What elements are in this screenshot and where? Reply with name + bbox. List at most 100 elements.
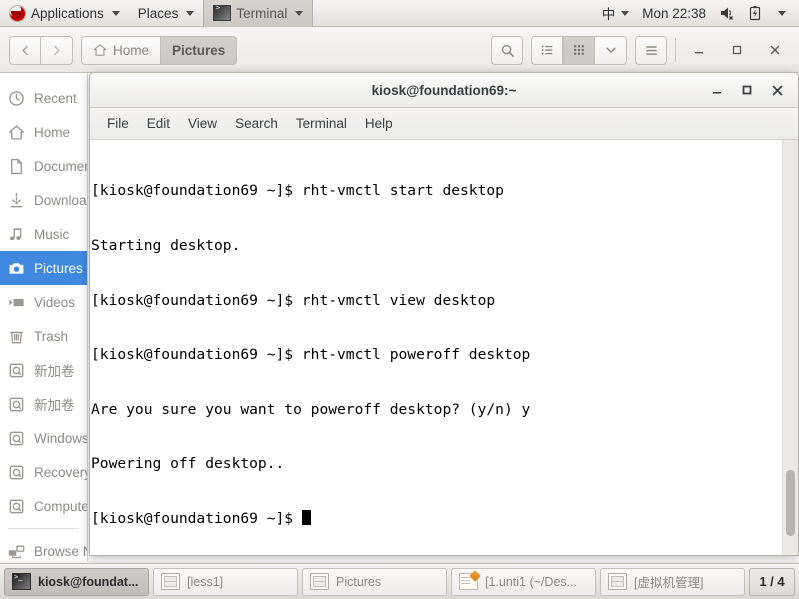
terminal-window-controls: [702, 75, 798, 105]
breadcrumb: Home Pictures: [81, 35, 238, 65]
menu-edit[interactable]: Edit: [138, 108, 179, 139]
task-button-editor[interactable]: [1.unti1 (~/Des...: [451, 567, 596, 596]
breadcrumb-item-pictures-label: Pictures: [172, 42, 226, 58]
file-manager-icon: [310, 573, 329, 590]
breadcrumb-item-pictures[interactable]: Pictures: [161, 35, 238, 65]
terminal-titlebar[interactable]: kiosk@foundation69:~: [90, 73, 798, 108]
sidebar-item-drive-1[interactable]: 新加卷: [0, 353, 87, 387]
sidebar-item-trash[interactable]: Trash: [0, 319, 87, 353]
terminal-scrollbar-thumb[interactable]: [786, 470, 795, 536]
task-button-vm-manager[interactable]: [虚拟机管理]: [600, 567, 745, 596]
terminal-scrollbar[interactable]: [782, 140, 798, 555]
search-button[interactable]: [491, 35, 523, 65]
hamburger-menu-icon: [645, 45, 657, 55]
terminal-window: kiosk@foundation69:~ File Edit View Sear…: [89, 72, 799, 556]
applications-menu[interactable]: Applications: [0, 0, 129, 27]
sidebar-item-videos[interactable]: Videos: [0, 285, 87, 319]
file-manager-icon: [608, 573, 627, 590]
sidebar-item-drive-2[interactable]: 新加卷: [0, 387, 87, 421]
sidebar-item-drive-1-label: 新加卷: [34, 364, 75, 379]
sidebar-item-recent[interactable]: Recent: [0, 81, 87, 115]
sidebar-item-pictures-label: Pictures: [34, 260, 83, 276]
chevron-right-icon: [54, 45, 60, 55]
list-view-button[interactable]: [531, 35, 563, 65]
chevron-down-icon: [605, 47, 616, 53]
battery-icon: [749, 6, 761, 21]
notepad-icon: [459, 573, 478, 590]
clock[interactable]: Mon 22:38: [636, 6, 712, 21]
terminal-screen[interactable]: [kiosk@foundation69 ~]$ rht-vmctl start …: [90, 140, 798, 555]
fm-minimize-button[interactable]: [684, 35, 714, 65]
menu-help[interactable]: Help: [356, 108, 402, 139]
sidebar-divider: [8, 528, 79, 529]
terminal-minimize-button[interactable]: [702, 75, 732, 105]
sidebar-item-windows[interactable]: Windows: [0, 421, 87, 455]
fm-close-button[interactable]: [760, 35, 790, 65]
battery-indicator[interactable]: [742, 0, 768, 27]
terminal-output[interactable]: [kiosk@foundation69 ~]$ rht-vmctl start …: [90, 140, 782, 555]
view-mode-group: [531, 35, 627, 65]
redhat-logo-icon: [9, 4, 26, 22]
sidebar-item-drive-2-label: 新加卷: [34, 398, 75, 413]
sidebar-item-browse-network-label: Browse Network: [34, 543, 87, 559]
camera-icon: [9, 262, 24, 274]
input-method-indicator[interactable]: 中: [597, 0, 635, 27]
task-button-editor-label: [1.unti1 (~/Des...: [485, 574, 578, 589]
sidebar-item-pictures[interactable]: Pictures: [0, 251, 87, 285]
drive-icon: [9, 363, 24, 377]
sidebar-item-browse-network[interactable]: Browse Network: [0, 534, 87, 561]
menu-file[interactable]: File: [98, 108, 138, 139]
network-icon: [8, 545, 25, 558]
volume-indicator[interactable]: [714, 0, 740, 27]
applications-menu-label: Applications: [31, 5, 104, 21]
task-button-pictures[interactable]: Pictures: [302, 567, 447, 596]
menu-view[interactable]: View: [179, 108, 226, 139]
active-window-menu[interactable]: Terminal: [203, 0, 314, 27]
minimize-icon: [713, 92, 721, 94]
task-button-less1[interactable]: [less1]: [153, 567, 298, 596]
sidebar-item-music-label: Music: [34, 226, 70, 242]
terminal-close-button[interactable]: [762, 75, 792, 105]
chevron-left-icon: [21, 45, 28, 55]
sidebar-item-downloads-label: Downloads: [34, 192, 87, 208]
forward-button[interactable]: [41, 35, 73, 65]
sidebar-item-recovery-label: Recovery: [34, 464, 87, 480]
close-icon: [772, 85, 782, 95]
sidebar-item-documents[interactable]: Documents: [0, 149, 87, 183]
menu-search[interactable]: Search: [226, 108, 287, 139]
terminal-prompt-line: [kiosk@foundation69 ~]$: [90, 510, 782, 528]
tray-dropdown[interactable]: [770, 0, 791, 27]
chevron-down-icon: [621, 10, 630, 16]
main-menu-button[interactable]: [635, 35, 667, 65]
active-window-label: Terminal: [236, 5, 288, 21]
back-button[interactable]: [9, 35, 41, 65]
sidebar-item-downloads[interactable]: Downloads: [0, 183, 87, 217]
view-options-button[interactable]: [595, 35, 627, 65]
terminal-icon: [213, 3, 232, 21]
grid-view-button[interactable]: [563, 35, 595, 65]
terminal-line: [kiosk@foundation69 ~]$ rht-vmctl powero…: [91, 346, 531, 364]
trash-icon: [9, 331, 24, 343]
workspace-indicator[interactable]: 1 / 4: [749, 567, 795, 596]
sidebar-item-music[interactable]: Music: [0, 217, 87, 251]
file-manager-header: Home Pictures: [0, 28, 799, 73]
drive-icon: [9, 465, 24, 479]
sidebar-item-home[interactable]: Home: [0, 115, 87, 149]
places-menu[interactable]: Places: [129, 0, 204, 27]
chevron-down-icon: [186, 10, 195, 16]
drive-icon: [9, 499, 24, 513]
breadcrumb-item-home[interactable]: Home: [81, 35, 162, 65]
navigation-buttons: [9, 35, 73, 65]
terminal-icon: [12, 573, 31, 590]
chevron-down-icon: [295, 10, 304, 16]
document-icon: [11, 158, 22, 174]
sidebar-item-windows-label: Windows: [34, 430, 87, 446]
home-icon: [93, 44, 107, 56]
sidebar-item-computer[interactable]: Computer: [0, 489, 87, 523]
menu-terminal[interactable]: Terminal: [287, 108, 356, 139]
sidebar-item-documents-label: Documents: [34, 158, 87, 174]
sidebar-item-recovery[interactable]: Recovery: [0, 455, 87, 489]
task-button-terminal[interactable]: kiosk@foundat...: [4, 567, 149, 596]
terminal-maximize-button[interactable]: [732, 75, 762, 105]
fm-maximize-button[interactable]: [722, 35, 752, 65]
